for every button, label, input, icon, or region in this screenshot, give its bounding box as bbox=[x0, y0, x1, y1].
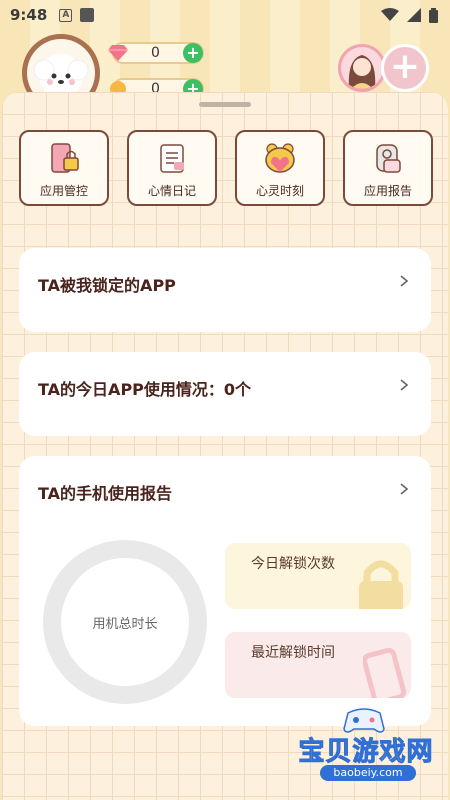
phone-report-card[interactable]: TA的手机使用报告 用机总时长 今日解锁次数 最近解锁时间 bbox=[19, 456, 431, 726]
lock-icon bbox=[359, 560, 403, 609]
unlock-count-card: 今日解锁次数 bbox=[225, 543, 411, 609]
status-time: 9:48 bbox=[10, 6, 48, 24]
battery-icon bbox=[429, 7, 438, 23]
usage-duration-ring: 用机总时长 bbox=[43, 540, 207, 704]
watermark-url: baobeiy.com bbox=[320, 765, 416, 781]
ring-label: 用机总时长 bbox=[92, 616, 158, 632]
phone-icon bbox=[363, 647, 407, 698]
watermark: 宝贝游戏网 baobeiy.com bbox=[282, 705, 450, 790]
status-bar: 9:48 A bbox=[0, 0, 450, 30]
unlock-count-label: 今日解锁次数 bbox=[251, 556, 335, 572]
tile-label: 应用报告 bbox=[363, 184, 412, 198]
chevron-right-icon bbox=[400, 483, 409, 495]
tile-app-control[interactable]: 应用管控 bbox=[19, 130, 109, 206]
gem-counter: 0 + bbox=[108, 42, 204, 64]
card-title: TA的今日APP使用情况：0个 bbox=[38, 380, 252, 399]
sheet-drag-handle[interactable] bbox=[199, 102, 251, 107]
add-gem-button[interactable]: + bbox=[183, 43, 203, 63]
wifi-icon bbox=[381, 8, 399, 21]
tile-label: 心灵时刻 bbox=[255, 184, 304, 198]
card-title: TA被我锁定的APP bbox=[38, 276, 176, 295]
notification-a-icon: A bbox=[59, 8, 73, 22]
watermark-text: 宝贝游戏网 bbox=[298, 737, 434, 768]
tile-label: 心情日记 bbox=[147, 184, 196, 198]
chevron-right-icon bbox=[400, 379, 409, 391]
locked-apps-card[interactable]: TA被我锁定的APP bbox=[19, 248, 431, 332]
notification-square-icon bbox=[80, 8, 95, 22]
diamond-icon bbox=[108, 45, 128, 61]
report-icon bbox=[376, 144, 401, 173]
recent-unlock-label: 最近解锁时间 bbox=[251, 645, 335, 661]
today-usage-card[interactable]: TA的今日APP使用情况：0个 bbox=[19, 352, 431, 436]
tile-label: 应用管控 bbox=[39, 184, 88, 198]
girl-avatar-icon bbox=[348, 55, 376, 89]
chevron-right-icon bbox=[400, 275, 409, 287]
tile-app-report[interactable]: 应用报告 bbox=[343, 130, 433, 206]
tile-mood-diary[interactable]: 心情日记 bbox=[127, 130, 217, 206]
diary-icon bbox=[160, 144, 184, 173]
signal-icon bbox=[407, 8, 421, 22]
heart-bear-icon bbox=[265, 143, 295, 173]
gem-count: 0 bbox=[151, 45, 160, 61]
tile-soul-moment[interactable]: 心灵时刻 bbox=[235, 130, 325, 206]
card-title: TA的手机使用报告 bbox=[38, 484, 173, 503]
partner-avatar[interactable] bbox=[338, 44, 386, 92]
recent-unlock-card: 最近解锁时间 bbox=[225, 632, 411, 698]
phone-lock-icon bbox=[51, 143, 79, 173]
add-partner-button[interactable]: + bbox=[381, 44, 429, 92]
